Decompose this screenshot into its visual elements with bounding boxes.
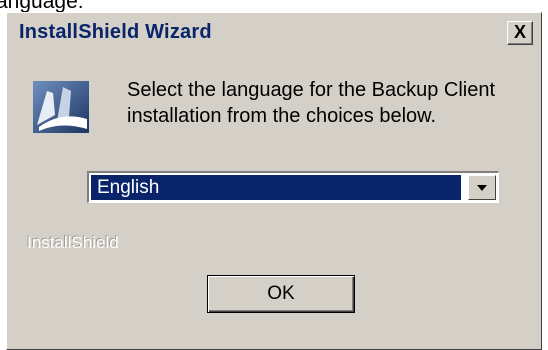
brand-label: InstallShield [27, 233, 119, 252]
ok-button[interactable]: OK [207, 275, 355, 313]
installshield-icon [33, 81, 89, 133]
chevron-down-icon [477, 185, 487, 191]
window-title: InstallShield Wizard [19, 21, 212, 43]
close-icon: X [513, 22, 526, 42]
instruction-text: Select the language for the Backup Clien… [127, 79, 496, 127]
language-dropdown[interactable]: English [87, 171, 499, 203]
installshield-dialog: InstallShield Wizard X Select the langua… [6, 12, 542, 350]
dropdown-button[interactable] [468, 175, 496, 200]
language-selected-value[interactable]: English [91, 175, 461, 200]
close-button[interactable]: X [507, 21, 533, 45]
title-bar[interactable]: InstallShield Wizard X [9, 15, 539, 53]
